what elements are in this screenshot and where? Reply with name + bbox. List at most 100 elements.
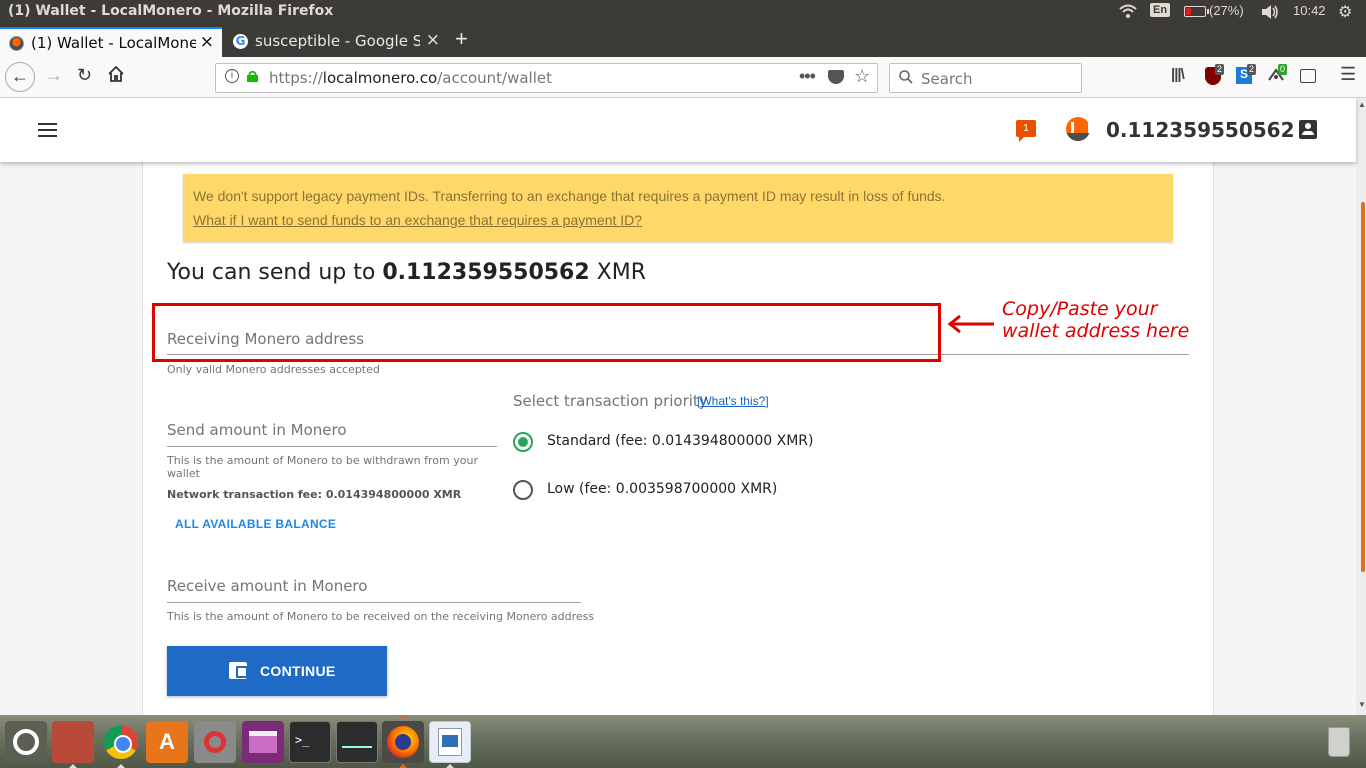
network-fee-text: Network transaction fee: 0.014394800000 … bbox=[167, 488, 462, 501]
account-icon[interactable] bbox=[1299, 120, 1317, 139]
system-monitor-icon[interactable] bbox=[336, 721, 378, 763]
payment-id-help-link[interactable]: What if I want to send funds to an excha… bbox=[193, 212, 642, 228]
all-available-balance-button[interactable]: ALL AVAILABLE BALANCE bbox=[175, 517, 336, 531]
settings-gear-icon[interactable]: ⚙ bbox=[1338, 2, 1352, 22]
annotation-arrow-icon bbox=[947, 314, 994, 334]
ublock-badge: 2 bbox=[1215, 64, 1225, 75]
bookmark-star-icon[interactable]: ☆ bbox=[854, 66, 870, 87]
send-limit-title: You can send up to 0.112359550562 XMR bbox=[167, 260, 646, 285]
search-icon bbox=[899, 70, 913, 84]
receive-amount-input[interactable]: Receive amount in Monero bbox=[167, 577, 367, 595]
warning-text: We don't support legacy payment IDs. Tra… bbox=[193, 188, 946, 204]
send-amount-underline bbox=[167, 446, 497, 447]
running-indicator bbox=[399, 764, 407, 768]
ubuntu-dash-icon[interactable] bbox=[5, 721, 47, 763]
secure-lock-icon[interactable] bbox=[247, 70, 258, 82]
battery-percent: (27%) bbox=[1209, 3, 1244, 18]
app-icon[interactable] bbox=[242, 721, 284, 763]
url-host: localmonero.co bbox=[322, 69, 438, 87]
address-helper-text: Only valid Monero addresses accepted bbox=[167, 363, 380, 376]
priority-low-radio[interactable] bbox=[513, 480, 533, 500]
annotation-line-2: wallet address here bbox=[1002, 320, 1190, 342]
url-bar[interactable]: i https://localmonero.co/account/wallet … bbox=[215, 63, 878, 93]
url-scheme: https:// bbox=[269, 69, 323, 87]
sidebar-icon[interactable] bbox=[1300, 69, 1316, 83]
scroll-down-arrow-icon[interactable]: ▼ bbox=[1358, 700, 1366, 709]
trash-icon[interactable] bbox=[1318, 721, 1360, 763]
send-amount-helper-text: This is the amount of Monero to be withd… bbox=[167, 454, 478, 480]
keyboard-language-icon[interactable]: En bbox=[1150, 3, 1171, 17]
reload-button[interactable]: ↻ bbox=[77, 65, 92, 86]
terminal-icon[interactable]: >_ bbox=[289, 721, 331, 763]
settings-icon[interactable] bbox=[194, 721, 236, 763]
localmonero-favicon-icon bbox=[9, 36, 24, 51]
software-center-icon[interactable]: A bbox=[146, 721, 188, 763]
notification-icon[interactable]: 1 bbox=[1016, 120, 1036, 142]
page-actions-icon[interactable]: ••• bbox=[799, 66, 816, 87]
clock[interactable]: 10:42 bbox=[1293, 3, 1326, 18]
priority-low-label[interactable]: Low (fee: 0.003598700000 XMR) bbox=[547, 481, 777, 497]
app-header: 1 0.112359550562 bbox=[0, 98, 1356, 162]
url-text[interactable]: https://localmonero.co/account/wallet bbox=[269, 69, 552, 87]
hamburger-menu-icon[interactable] bbox=[38, 123, 57, 137]
volume-icon[interactable] bbox=[1260, 3, 1280, 21]
new-tab-button[interactable]: + bbox=[455, 26, 468, 52]
search-bar[interactable]: Search bbox=[889, 63, 1082, 93]
annotation-text: Copy/Paste your wallet address here bbox=[1002, 298, 1189, 342]
battery-level bbox=[1186, 8, 1191, 15]
page-viewport: 1 0.112359550562 We don't support legacy… bbox=[0, 98, 1366, 715]
back-button[interactable]: ← bbox=[5, 62, 35, 92]
chrome-icon[interactable] bbox=[100, 721, 142, 763]
scroll-up-arrow-icon[interactable]: ▲ bbox=[1358, 100, 1366, 109]
menu-icon[interactable]: ☰ bbox=[1340, 64, 1356, 85]
whats-this-link[interactable]: What's this? bbox=[700, 394, 765, 408]
site-info-icon[interactable]: i bbox=[225, 69, 239, 83]
url-path: /account/wallet bbox=[437, 69, 552, 87]
tab-strip: (1) Wallet - LocalMonero × G susceptible… bbox=[0, 24, 1366, 57]
google-favicon-icon: G bbox=[233, 34, 248, 49]
home-button[interactable] bbox=[107, 65, 125, 83]
firefox-logo bbox=[387, 726, 419, 758]
close-tab-icon[interactable]: × bbox=[200, 32, 214, 52]
os-top-bar: (1) Wallet - LocalMonero - Mozilla Firef… bbox=[0, 0, 1366, 24]
wifi-icon[interactable] bbox=[1118, 2, 1138, 20]
continue-label: CONTINUE bbox=[260, 663, 336, 679]
send-amount: 0.112359550562 bbox=[382, 260, 590, 285]
wallet-icon bbox=[229, 662, 248, 679]
scrollbar-thumb[interactable] bbox=[1361, 202, 1365, 572]
annotation-line-1: Copy/Paste your bbox=[1002, 298, 1158, 320]
tab-label: susceptible - Google Sea bbox=[255, 32, 420, 50]
search-placeholder: Search bbox=[921, 70, 973, 88]
send-title-prefix: You can send up to bbox=[167, 260, 376, 285]
tab-google-search[interactable]: G susceptible - Google Sea × bbox=[224, 27, 448, 57]
writer-icon[interactable] bbox=[429, 721, 471, 763]
running-indicator bbox=[446, 764, 454, 768]
firefox-icon[interactable] bbox=[382, 721, 424, 763]
payment-id-warning: We don't support legacy payment IDs. Tra… bbox=[183, 174, 1173, 242]
files-icon[interactable] bbox=[52, 721, 94, 763]
battery-icon[interactable] bbox=[1184, 6, 1209, 17]
tab-wallet[interactable]: (1) Wallet - LocalMonero × bbox=[0, 27, 222, 57]
annotation-highlight-box bbox=[152, 303, 941, 362]
running-indicator bbox=[69, 764, 77, 768]
window-title: (1) Wallet - LocalMonero - Mozilla Firef… bbox=[8, 3, 334, 19]
library-icon[interactable]: |||\ bbox=[1171, 66, 1185, 83]
sb-badge: 2 bbox=[1247, 64, 1257, 75]
pocket-icon[interactable] bbox=[828, 70, 844, 84]
close-tab-icon[interactable]: × bbox=[426, 30, 440, 50]
priority-standard-label[interactable]: Standard (fee: 0.014394800000 XMR) bbox=[547, 433, 813, 449]
extension-badge: 0 bbox=[1278, 64, 1288, 75]
ubuntu-logo bbox=[13, 729, 39, 755]
priority-standard-radio[interactable] bbox=[513, 432, 533, 452]
bracket-close: ] bbox=[765, 394, 769, 408]
ubuntu-dock: A >_ bbox=[0, 715, 1366, 768]
header-balance[interactable]: 0.112359550562 bbox=[1106, 118, 1295, 142]
send-amount-input[interactable]: Send amount in Monero bbox=[167, 421, 347, 439]
focused-indicator bbox=[399, 715, 407, 719]
forward-button[interactable]: → bbox=[45, 65, 63, 86]
receive-amount-underline bbox=[167, 602, 581, 603]
continue-button[interactable]: CONTINUE bbox=[167, 646, 387, 696]
trash-logo bbox=[1328, 727, 1350, 757]
settings-logo bbox=[204, 731, 226, 753]
priority-label: Select transaction priority bbox=[513, 392, 708, 410]
